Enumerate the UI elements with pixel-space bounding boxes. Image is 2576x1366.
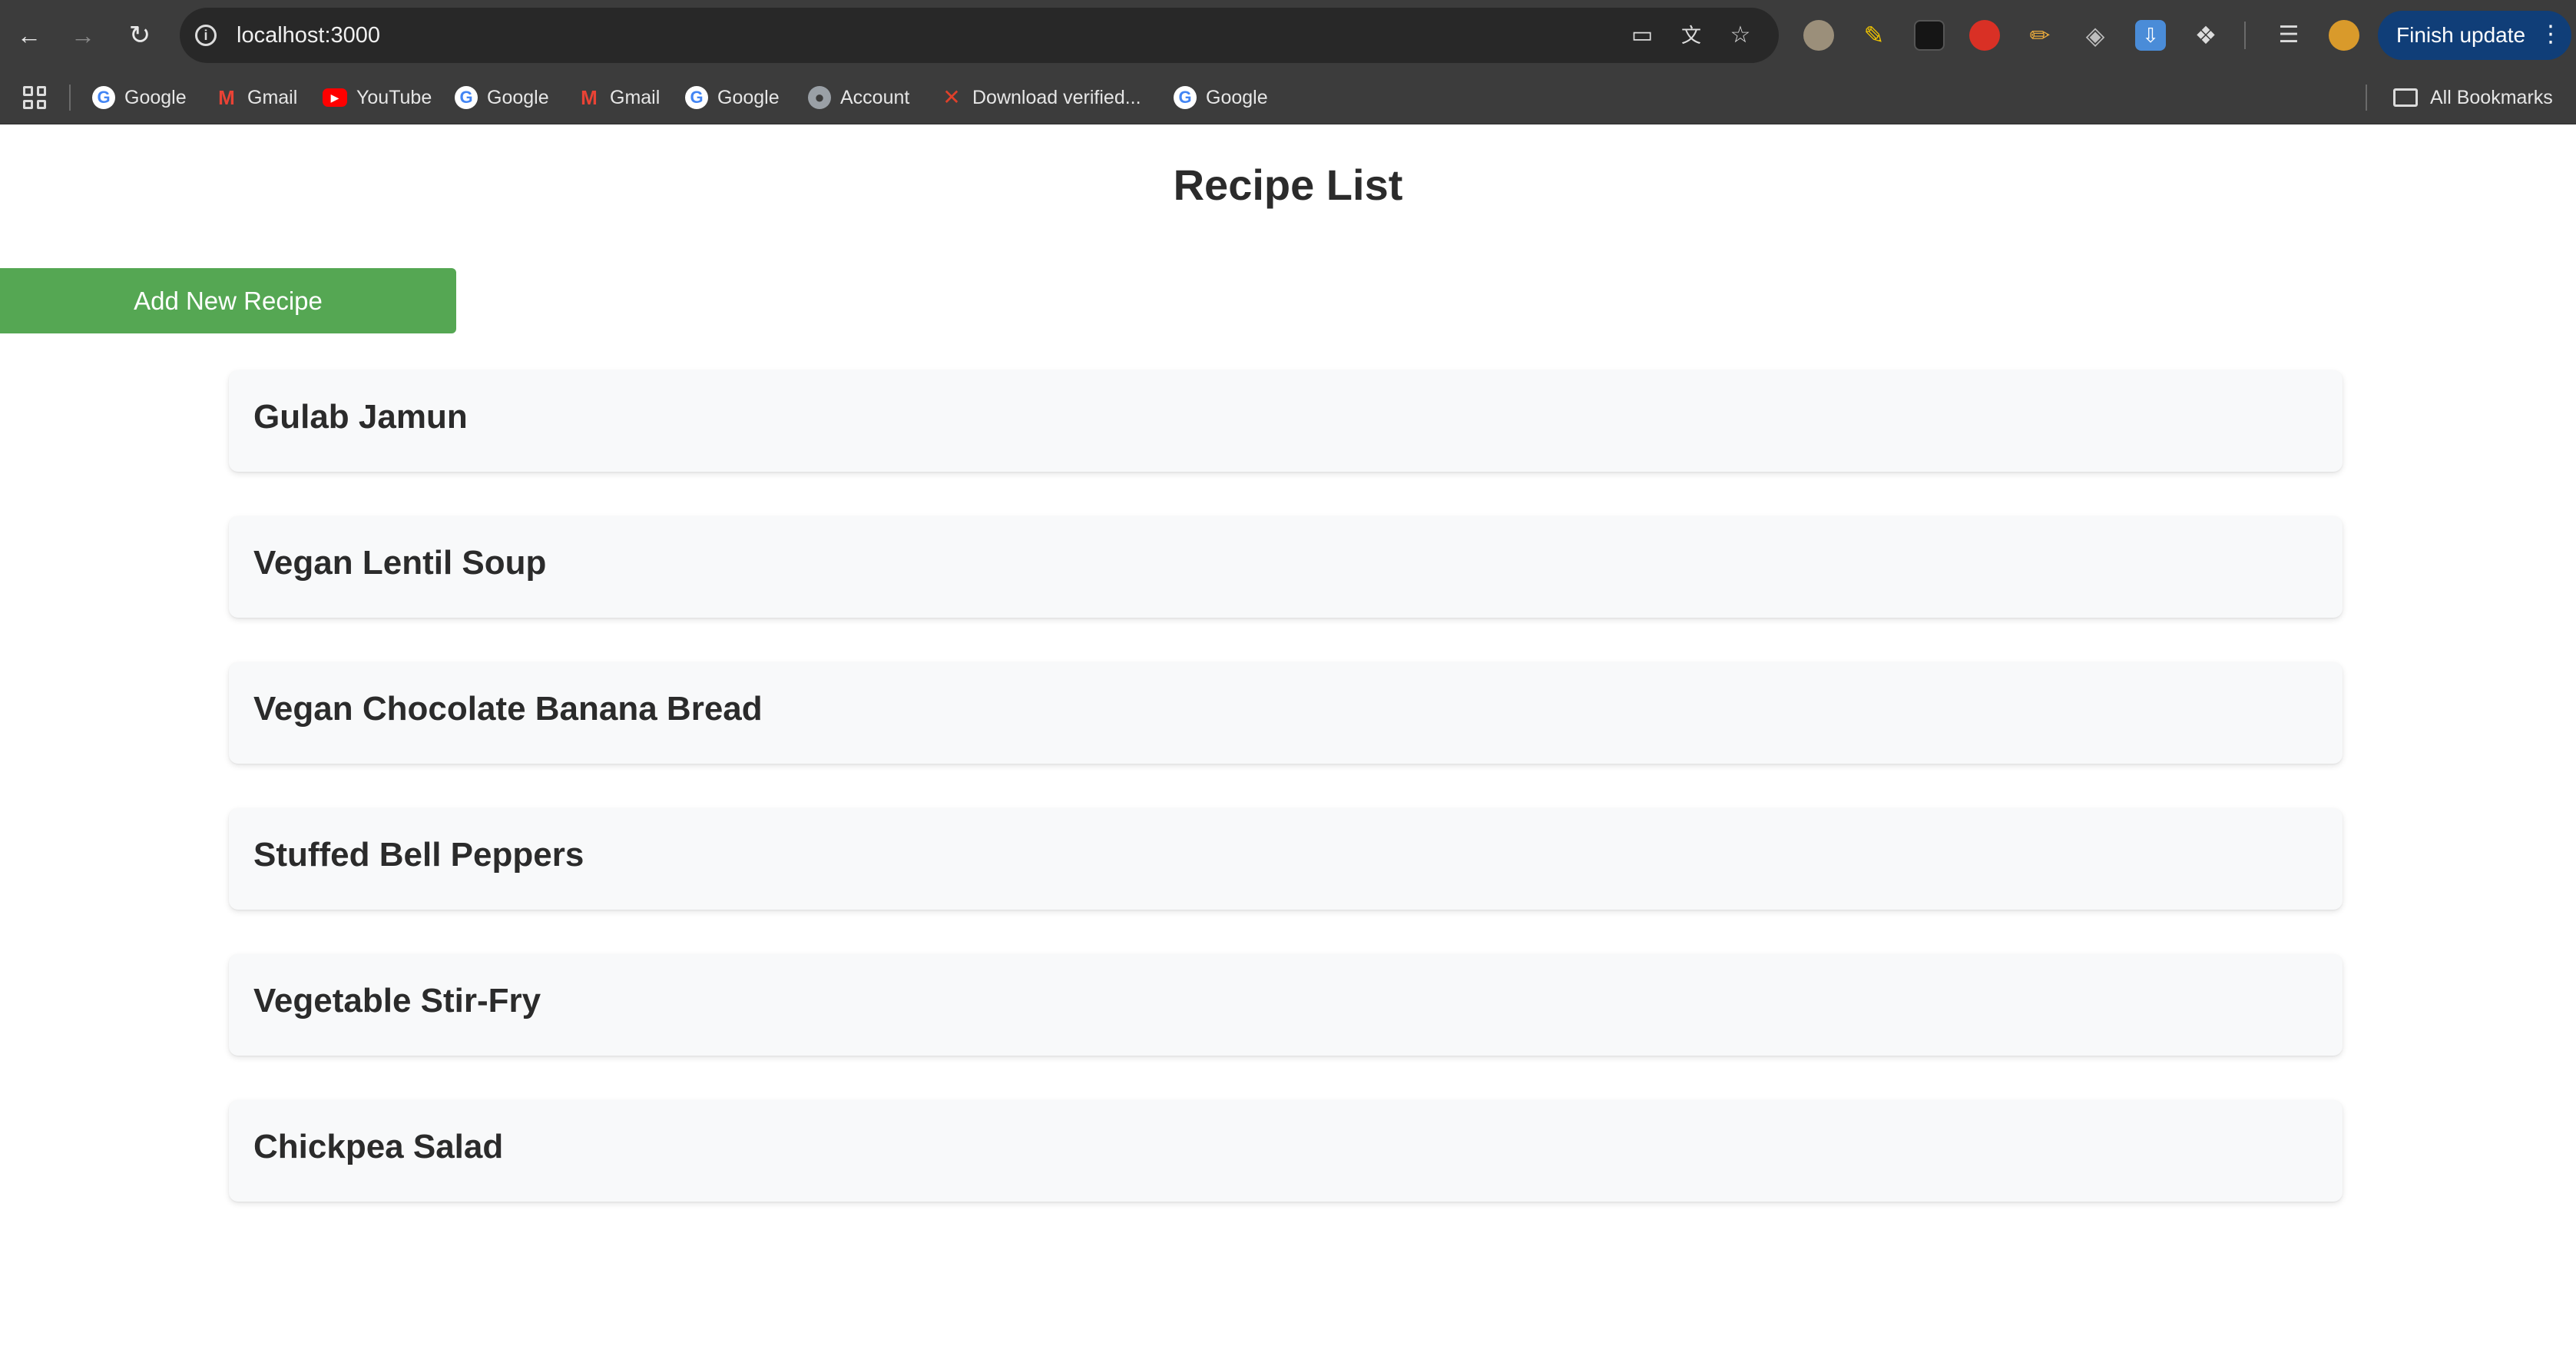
profile-avatar[interactable] xyxy=(2329,20,2359,51)
google-icon: G xyxy=(92,86,115,109)
extension-icon-3[interactable] xyxy=(1914,20,1945,51)
bookmark-item[interactable]: G Google xyxy=(1174,83,1268,112)
recipe-card[interactable]: Vegan Chocolate Banana Bread xyxy=(229,662,2343,764)
google-icon: G xyxy=(1174,86,1197,109)
extension-icon-1[interactable] xyxy=(1803,20,1834,51)
gmail-icon: M xyxy=(218,86,235,109)
bookmark-label: Download verified... xyxy=(972,86,1141,108)
site-info-icon[interactable]: i xyxy=(195,25,217,46)
translate-icon[interactable]: 文 xyxy=(1677,23,1705,48)
bookmark-item[interactable]: M Gmail xyxy=(578,83,660,112)
bookmark-star-icon[interactable]: ☆ xyxy=(1727,23,1754,48)
bookmark-label: Google xyxy=(124,86,187,108)
browser-toolbar: ← → ↻ i localhost:3000 ▭ 文 ☆ ✎ ✏ ◈ ⇩ ❖ ☰… xyxy=(0,0,2576,71)
bookmark-item[interactable]: G Google xyxy=(92,83,187,112)
stop-extension-icon[interactable] xyxy=(1969,20,2000,51)
google-icon: G xyxy=(685,86,708,109)
kebab-menu-icon[interactable]: ⋮ xyxy=(2539,22,2562,48)
add-new-recipe-button[interactable]: Add New Recipe xyxy=(0,268,456,333)
recipe-card[interactable]: Stuffed Bell Peppers xyxy=(229,808,2343,910)
url-text[interactable]: localhost:3000 xyxy=(237,23,380,48)
finish-update-button[interactable]: Finish update ⋮ xyxy=(2378,11,2571,60)
bookmark-label: YouTube xyxy=(356,86,432,108)
pencil-extension-icon[interactable]: ✏ xyxy=(2025,20,2055,51)
bookmark-item[interactable]: ✕ Download verified... xyxy=(940,83,1141,112)
bookmark-item[interactable]: G Google xyxy=(455,83,549,112)
gmail-icon: M xyxy=(581,86,598,109)
page-title: Recipe List xyxy=(1173,161,1403,209)
recipe-title: Gulab Jamun xyxy=(253,398,468,436)
address-bar[interactable]: i localhost:3000 ▭ 文 ☆ xyxy=(180,8,1779,63)
all-bookmarks-button[interactable]: All Bookmarks xyxy=(2393,83,2553,112)
finish-update-label: Finish update xyxy=(2396,23,2526,47)
bookmark-label: Account xyxy=(840,86,910,108)
x-logo-icon: ✕ xyxy=(942,85,961,109)
forward-icon[interactable]: → xyxy=(66,18,100,52)
apps-grid-icon[interactable] xyxy=(23,86,46,109)
all-bookmarks-label: All Bookmarks xyxy=(2430,86,2553,108)
bookmarks-bar: G Google M Gmail ▶ YouTube G Google M Gm… xyxy=(0,71,2576,124)
folder-icon xyxy=(2393,88,2418,107)
youtube-icon: ▶ xyxy=(323,88,347,107)
bookmark-label: Gmail xyxy=(610,86,661,108)
bookmarks-divider xyxy=(69,85,71,111)
highlighter-extension-icon[interactable]: ✎ xyxy=(1859,20,1889,51)
recipe-card[interactable]: Gulab Jamun xyxy=(229,370,2343,472)
recipe-card[interactable]: Chickpea Salad xyxy=(229,1100,2343,1202)
reading-list-icon[interactable]: ☰ xyxy=(2273,20,2304,51)
bookmark-label: Google xyxy=(487,86,549,108)
bookmark-item[interactable]: G Google xyxy=(685,83,780,112)
target-extension-icon[interactable]: ◈ xyxy=(2080,20,2111,51)
recipe-title: Chickpea Salad xyxy=(253,1128,504,1165)
bookmark-item[interactable]: ● Account xyxy=(808,83,909,112)
bookmark-label: Google xyxy=(1206,86,1268,108)
bookmark-item[interactable]: M Gmail xyxy=(215,83,297,112)
bookmark-label: Google xyxy=(717,86,780,108)
recipe-title: Vegan Chocolate Banana Bread xyxy=(253,690,763,728)
bookmark-label: Gmail xyxy=(247,86,298,108)
back-icon[interactable]: ← xyxy=(12,18,46,52)
recipe-card[interactable]: Vegetable Stir-Fry xyxy=(229,954,2343,1056)
recipe-title: Vegan Lentil Soup xyxy=(253,544,547,582)
download-extension-icon[interactable]: ⇩ xyxy=(2135,20,2166,51)
bookmark-item[interactable]: ▶ YouTube xyxy=(323,83,432,112)
bookmarks-divider xyxy=(2366,85,2367,111)
toolbar-divider xyxy=(2244,22,2246,49)
recipe-title: Vegetable Stir-Fry xyxy=(253,982,541,1020)
install-app-icon[interactable]: ▭ xyxy=(1628,23,1656,48)
extensions-puzzle-icon[interactable]: ❖ xyxy=(2190,20,2221,51)
recipe-card[interactable]: Vegan Lentil Soup xyxy=(229,516,2343,618)
account-icon: ● xyxy=(808,86,831,109)
recipe-title: Stuffed Bell Peppers xyxy=(253,836,584,874)
reload-icon[interactable]: ↻ xyxy=(123,18,157,52)
google-icon: G xyxy=(455,86,478,109)
